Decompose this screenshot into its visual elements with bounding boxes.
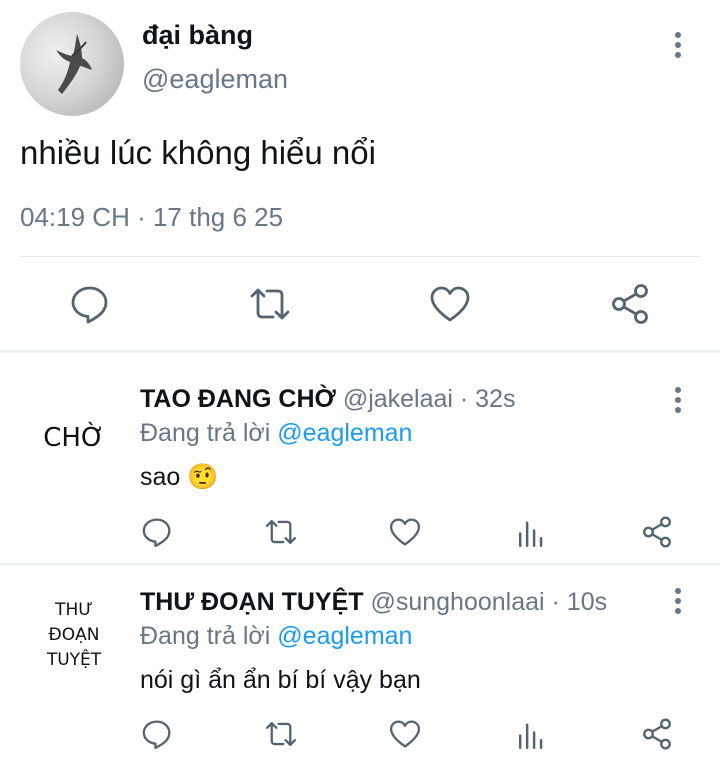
- more-icon[interactable]: [666, 586, 690, 616]
- avatar[interactable]: [20, 12, 124, 116]
- retweet-icon[interactable]: [264, 717, 298, 751]
- share-icon[interactable]: [608, 282, 652, 326]
- reply-tweet[interactable]: CHỜ TAO ĐANG CHỜ @jakelaai · 32s Đang tr…: [0, 353, 720, 563]
- retweet-icon[interactable]: [248, 282, 292, 326]
- share-icon[interactable]: [640, 515, 674, 549]
- comment-icon[interactable]: [68, 282, 112, 326]
- author-handle[interactable]: @sunghoonlaai · 10s: [370, 588, 607, 616]
- avatar[interactable]: THƯ ĐOẠN TUYỆT: [30, 598, 118, 673]
- reply-mention[interactable]: @eagleman: [277, 419, 412, 447]
- eagle-icon: [56, 34, 92, 94]
- author-name[interactable]: đại bàng: [142, 20, 253, 51]
- like-icon[interactable]: [388, 515, 422, 549]
- like-icon[interactable]: [428, 282, 472, 326]
- reply-author[interactable]: THƯ ĐOẠN TUYỆT @sunghoonlaai · 10s: [140, 588, 607, 617]
- author-handle[interactable]: @eagleman: [142, 64, 288, 95]
- divider: [20, 256, 700, 257]
- analytics-icon[interactable]: [514, 515, 548, 549]
- more-icon[interactable]: [666, 385, 690, 415]
- avatar-line: TUYỆT: [46, 650, 102, 670]
- avatar-line: ĐOẠN: [48, 625, 100, 645]
- avatar-line: THƯ: [55, 600, 93, 620]
- author-name[interactable]: THƯ ĐOẠN TUYỆT: [140, 588, 364, 616]
- analytics-icon[interactable]: [514, 717, 548, 751]
- reply-text: nói gì ẩn ẩn bí bí vậy bạn: [140, 666, 421, 694]
- reply-text: sao 🤨: [140, 463, 218, 492]
- tweet-timestamp[interactable]: 04:19 CH · 17 thg 6 25: [20, 202, 283, 233]
- author-handle[interactable]: @jakelaai · 32s: [343, 385, 516, 413]
- like-icon[interactable]: [388, 717, 422, 751]
- replying-to: Đang trả lời @eagleman: [140, 622, 412, 651]
- reply-mention[interactable]: @eagleman: [277, 622, 412, 650]
- reply-time: · 10s: [544, 588, 608, 616]
- author-name[interactable]: TAO ĐANG CHỜ: [140, 385, 336, 413]
- comment-icon[interactable]: [140, 717, 174, 751]
- replying-to: Đang trả lời @eagleman: [140, 419, 412, 448]
- retweet-icon[interactable]: [264, 515, 298, 549]
- comment-icon[interactable]: [140, 515, 174, 549]
- tweet-text: nhiều lúc không hiểu nổi: [20, 134, 376, 171]
- main-tweet: đại bàng @eagleman nhiều lúc không hiểu …: [0, 0, 720, 352]
- reply-time: · 32s: [452, 385, 516, 413]
- more-icon[interactable]: [666, 30, 690, 60]
- replying-to-label: Đang trả lời: [140, 622, 278, 650]
- avatar[interactable]: CHỜ: [30, 423, 118, 453]
- reply-author[interactable]: TAO ĐANG CHỜ @jakelaai · 32s: [140, 385, 516, 414]
- reply-text-content: sao: [140, 463, 181, 491]
- share-icon[interactable]: [640, 717, 674, 751]
- raised-eyebrow-emoji-icon: 🤨: [187, 463, 219, 491]
- replying-to-label: Đang trả lời: [140, 419, 278, 447]
- reply-tweet[interactable]: THƯ ĐOẠN TUYỆT THƯ ĐOẠN TUYỆT @sunghoonl…: [0, 566, 720, 760]
